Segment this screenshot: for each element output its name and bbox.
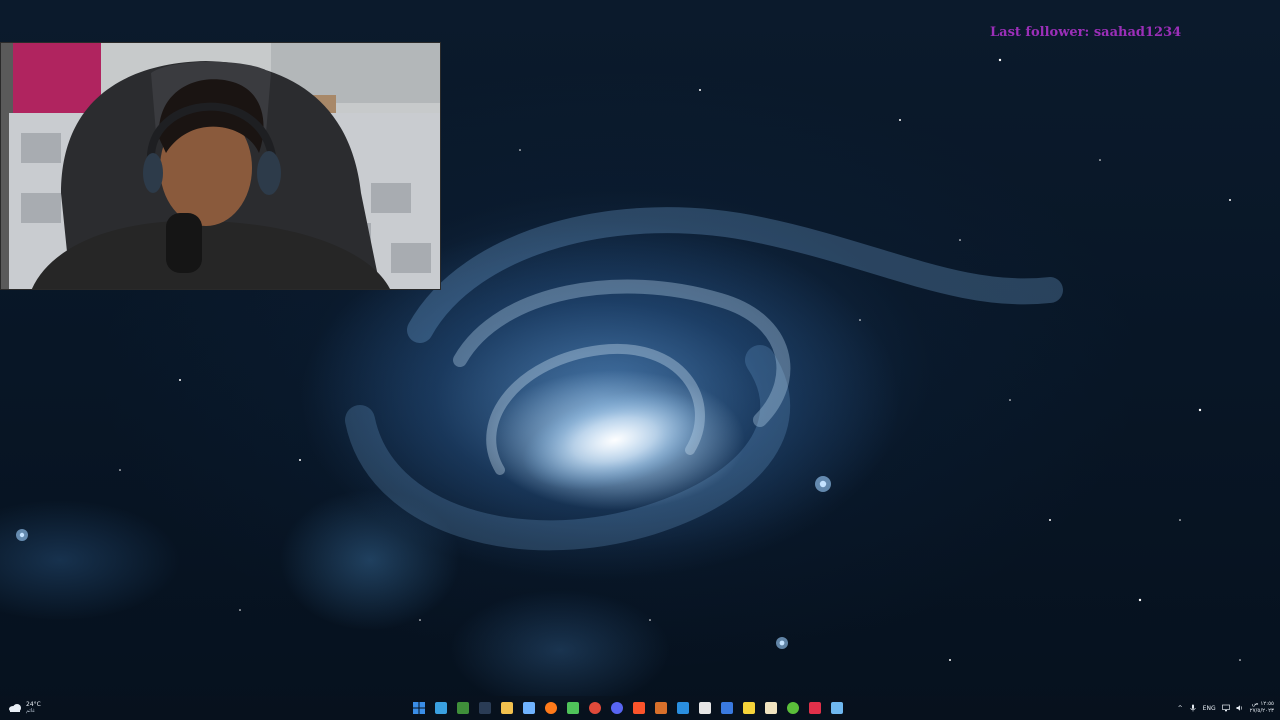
taskbar-app-launcher[interactable] — [784, 699, 802, 717]
taskbar-app-brave[interactable] — [630, 699, 648, 717]
launcher-icon — [787, 702, 799, 714]
system-tray: ^ ENG ١٢:٥٥ ص ٢٧/٥/٢٠٢٣ — [1178, 698, 1274, 718]
taskbar-app-vscode[interactable] — [674, 699, 692, 717]
taskbar: 24°C غائم ^ ENG ١٢:٥٥ ص ٢٧/٥/٢٠٢٣ — [0, 696, 1280, 720]
store-icon — [567, 702, 579, 714]
taskbar-app-tool[interactable] — [476, 699, 494, 717]
start-button[interactable] — [410, 699, 428, 717]
calculator-icon — [699, 702, 711, 714]
microphone-icon[interactable] — [1189, 704, 1197, 712]
taskbar-app-window[interactable] — [828, 699, 846, 717]
weather-widget[interactable]: 24°C غائم — [8, 698, 41, 718]
webcam-image — [1, 43, 440, 289]
taskbar-apps — [410, 698, 846, 718]
game-icon — [765, 702, 777, 714]
taskbar-app-game[interactable] — [762, 699, 780, 717]
chevron-up-icon[interactable]: ^ — [1178, 705, 1183, 712]
note-icon — [743, 702, 755, 714]
vscode-icon — [677, 702, 689, 714]
minecraft-icon — [457, 702, 469, 714]
taskbar-app-store[interactable] — [564, 699, 582, 717]
discord-icon — [611, 702, 623, 714]
taskbar-app-settings-tool[interactable] — [652, 699, 670, 717]
shield-icon — [721, 702, 733, 714]
media-icon — [809, 702, 821, 714]
gear-icon — [655, 702, 667, 714]
clock-time: ١٢:٥٥ ص — [1251, 701, 1274, 707]
clock-date: ٢٧/٥/٢٠٢٣ — [1249, 708, 1274, 714]
cloud-icon — [9, 704, 21, 712]
language-indicator[interactable]: ENG — [1203, 705, 1216, 712]
firefox-icon — [545, 702, 557, 714]
photos-icon — [523, 702, 535, 714]
taskbar-app-shield[interactable] — [718, 699, 736, 717]
taskbar-app-sticky-notes[interactable] — [740, 699, 758, 717]
clock[interactable]: ١٢:٥٥ ص ٢٧/٥/٢٠٢٣ — [1250, 701, 1274, 715]
window-icon — [831, 702, 843, 714]
taskbar-app-minecraft[interactable] — [454, 699, 472, 717]
webcam-feed — [0, 42, 441, 290]
weather-temperature: 24°C — [26, 701, 41, 708]
brave-icon — [633, 702, 645, 714]
network-icon[interactable] — [1221, 704, 1230, 712]
taskbar-app-chrome[interactable] — [586, 699, 604, 717]
volume-icon[interactable] — [1236, 704, 1244, 712]
weather-condition: غائم — [26, 708, 35, 714]
taskbar-app-chat[interactable] — [432, 699, 450, 717]
taskbar-app-file-explorer[interactable] — [498, 699, 516, 717]
taskbar-app-calculator[interactable] — [696, 699, 714, 717]
chrome-icon — [589, 702, 601, 714]
tool-icon — [479, 702, 491, 714]
taskbar-app-discord[interactable] — [608, 699, 626, 717]
taskbar-app-firefox[interactable] — [542, 699, 560, 717]
last-follower-label: Last follower: saahad1234 — [990, 25, 1182, 40]
folder-icon — [501, 702, 513, 714]
chat-icon — [435, 702, 447, 714]
windows-logo-icon — [413, 702, 425, 714]
taskbar-app-media[interactable] — [806, 699, 824, 717]
taskbar-app-photos[interactable] — [520, 699, 538, 717]
